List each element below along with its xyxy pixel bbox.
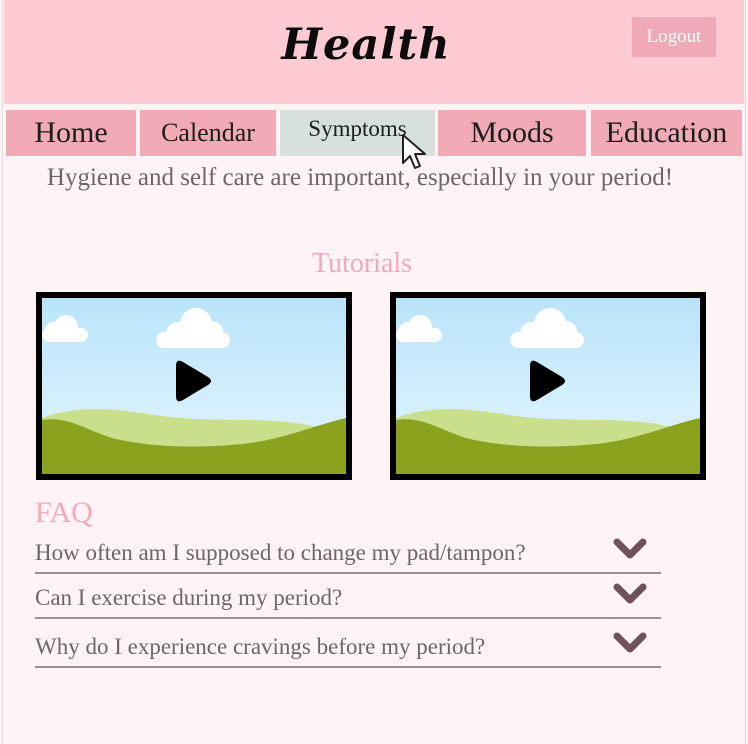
faq-item[interactable]: Why do I experience cravings before my p… bbox=[35, 624, 661, 668]
tab-education[interactable]: Education bbox=[591, 110, 742, 156]
intro-text: Hygiene and self care are important, esp… bbox=[46, 164, 674, 191]
tutorials-heading: Tutorials bbox=[311, 248, 413, 279]
tutorial-video-1[interactable] bbox=[36, 292, 352, 480]
app-title: Health bbox=[281, 20, 451, 70]
header-bar: Health Logout bbox=[4, 0, 744, 104]
tab-calendar[interactable]: Calendar bbox=[140, 110, 276, 156]
faq-heading: FAQ bbox=[35, 496, 93, 529]
faq-item[interactable]: Can I exercise during my period? bbox=[35, 575, 661, 619]
video-thumbnail bbox=[396, 308, 700, 474]
tutorial-video-2[interactable] bbox=[390, 292, 706, 480]
nav-bar: Home Calendar Symptoms Moods Education bbox=[4, 108, 744, 158]
chevron-down-icon[interactable] bbox=[613, 538, 647, 562]
faq-question: Why do I experience cravings before my p… bbox=[35, 634, 486, 659]
chevron-down-icon[interactable] bbox=[613, 583, 647, 607]
play-icon bbox=[530, 360, 565, 402]
tab-home[interactable]: Home bbox=[6, 110, 136, 156]
chevron-down-icon[interactable] bbox=[613, 632, 647, 656]
logout-button[interactable]: Logout bbox=[632, 17, 716, 57]
video-thumbnail bbox=[42, 308, 346, 474]
faq-item[interactable]: How often am I supposed to change my pad… bbox=[35, 530, 661, 574]
play-icon bbox=[176, 360, 211, 402]
faq-question: Can I exercise during my period? bbox=[35, 585, 343, 610]
tab-moods[interactable]: Moods bbox=[438, 110, 586, 156]
faq-question: How often am I supposed to change my pad… bbox=[35, 540, 526, 565]
